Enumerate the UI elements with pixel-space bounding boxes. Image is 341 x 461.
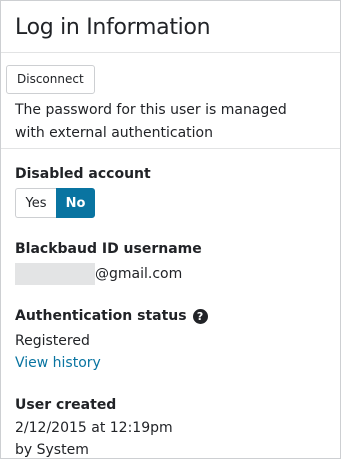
username-section: Blackbaud ID username @gmail.com bbox=[15, 240, 326, 285]
disconnect-button[interactable]: Disconnect bbox=[6, 65, 95, 94]
username-domain: @gmail.com bbox=[95, 266, 183, 282]
account-details: Disabled account Yes No Blackbaud ID use… bbox=[1, 149, 340, 461]
user-created-date: 2/12/2015 at 12:19pm bbox=[15, 420, 173, 436]
auth-status-value: Registered bbox=[15, 333, 90, 349]
toggle-no-button[interactable]: No bbox=[56, 188, 95, 218]
managed-auth-message: The password for this user is managed wi… bbox=[15, 102, 287, 141]
disabled-account-toggle: Yes No bbox=[15, 188, 95, 218]
auth-status-label: Authentication status bbox=[15, 308, 187, 324]
panel-title: Log in Information bbox=[15, 15, 211, 40]
help-icon[interactable]: ? bbox=[192, 308, 208, 324]
user-created-section: User created 2/12/2015 at 12:19pm by Sys… bbox=[15, 396, 326, 461]
external-auth-section: Disconnect The password for this user is… bbox=[1, 53, 340, 149]
auth-status-header: Authentication status ? bbox=[15, 307, 326, 325]
auth-status-section: Authentication status ? Registered View … bbox=[15, 307, 326, 374]
redacted-block bbox=[15, 263, 95, 285]
view-history-link[interactable]: View history bbox=[15, 352, 101, 374]
toggle-yes-button[interactable]: Yes bbox=[15, 188, 56, 218]
panel-header: Log in Information bbox=[1, 1, 340, 53]
username-label: Blackbaud ID username bbox=[15, 241, 202, 257]
login-information-panel: Log in Information Disconnect The passwo… bbox=[0, 0, 341, 459]
user-created-label: User created bbox=[15, 397, 117, 413]
disabled-account-section: Disabled account Yes No bbox=[15, 165, 326, 218]
user-created-by: by System bbox=[15, 442, 89, 458]
disabled-account-label: Disabled account bbox=[15, 166, 151, 182]
username-value: @gmail.com bbox=[15, 263, 326, 285]
